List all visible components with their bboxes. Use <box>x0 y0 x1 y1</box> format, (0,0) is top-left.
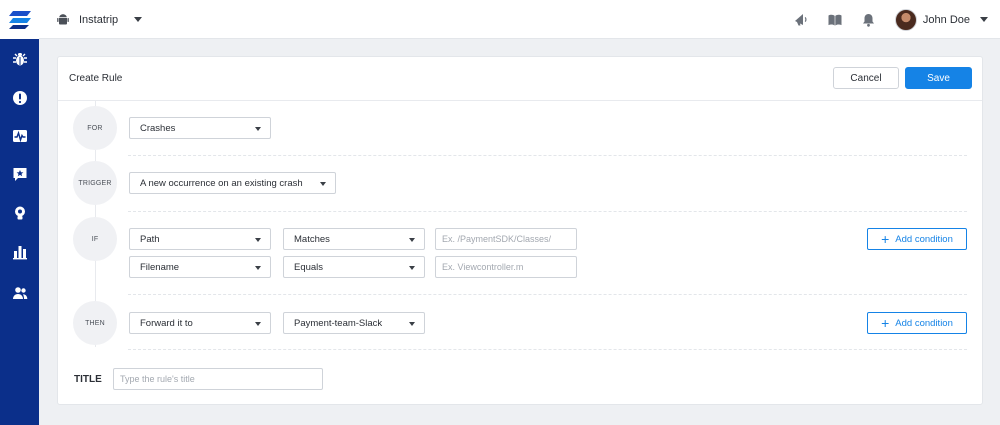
caret-down-icon <box>409 238 415 242</box>
caret-down-icon <box>409 322 415 326</box>
save-button[interactable]: Save <box>905 67 972 89</box>
notifications-button[interactable] <box>861 12 877 28</box>
divider <box>128 294 967 295</box>
action-target-value: Payment-team-Slack <box>294 317 383 329</box>
sidebar-item-announcements[interactable] <box>9 202 30 223</box>
condition-value-input[interactable] <box>435 228 577 250</box>
bar-chart-icon <box>12 245 27 259</box>
avatar <box>894 8 917 31</box>
sidebar-item-crashes[interactable] <box>9 87 30 108</box>
plus-icon: + <box>881 314 890 331</box>
cancel-button[interactable]: Cancel <box>833 67 899 89</box>
divider <box>128 211 967 212</box>
bug-icon <box>12 52 27 65</box>
app-switcher[interactable]: Instatrip <box>57 0 143 39</box>
divider <box>128 155 967 156</box>
condition-field-select[interactable]: Path <box>129 228 271 250</box>
action-select[interactable]: Forward it to <box>129 312 271 334</box>
step-if: IF <box>73 217 117 261</box>
caret-down-icon <box>255 127 261 131</box>
add-condition-label: Add condition <box>895 317 953 329</box>
user-menu[interactable]: John Doe <box>894 8 988 31</box>
user-name: John Doe <box>922 13 970 26</box>
add-condition-label: Add condition <box>895 233 953 245</box>
docs-button[interactable] <box>827 12 843 28</box>
condition-value-input[interactable] <box>435 256 577 278</box>
chevron-down-icon <box>134 17 143 22</box>
sidebar-item-team[interactable] <box>9 282 30 303</box>
brand-logo[interactable] <box>0 0 39 39</box>
trigger-select[interactable]: A new occurrence on an existing crash <box>129 172 336 194</box>
title-label: TITLE <box>74 374 102 385</box>
condition-operator-select[interactable]: Matches <box>283 228 425 250</box>
pulse-icon <box>12 129 27 142</box>
create-rule-card: Create Rule Cancel Save FOR Crashes TRIG… <box>57 56 983 405</box>
step-then: THEN <box>73 301 117 345</box>
caret-down-icon <box>255 322 261 326</box>
trigger-select-value: A new occurrence on an existing crash <box>140 177 303 189</box>
condition-operator-select[interactable]: Equals <box>283 256 425 278</box>
alert-circle-icon <box>12 90 27 105</box>
caret-down-icon <box>255 266 261 270</box>
bell-icon <box>863 13 875 27</box>
book-icon <box>828 14 842 25</box>
for-select[interactable]: Crashes <box>129 117 271 139</box>
sidebar-item-feature-requests[interactable] <box>9 163 30 184</box>
divider <box>128 349 967 350</box>
for-select-value: Crashes <box>140 122 176 134</box>
announcement-button[interactable] <box>793 12 809 28</box>
sidebar-item-bugs[interactable] <box>9 48 30 69</box>
step-for: FOR <box>73 106 117 150</box>
add-condition-button[interactable]: + Add condition <box>867 312 967 334</box>
android-icon <box>57 14 69 25</box>
megaphone-icon <box>794 14 807 26</box>
caret-down-icon <box>320 182 326 186</box>
sidebar <box>0 0 39 425</box>
topbar: Instatrip John Doe <box>39 0 1000 39</box>
action-select-value: Forward it to <box>140 317 193 329</box>
sidebar-item-analytics[interactable] <box>9 241 30 262</box>
page-title: Create Rule <box>69 73 123 84</box>
condition-field-select[interactable]: Filename <box>129 256 271 278</box>
condition-field-value: Path <box>140 233 160 245</box>
sidebar-item-apm[interactable] <box>9 125 30 146</box>
add-condition-button[interactable]: + Add condition <box>867 228 967 250</box>
condition-operator-value: Equals <box>294 261 324 273</box>
rule-title-input[interactable] <box>113 368 323 390</box>
condition-field-value: Filename <box>140 261 180 273</box>
plus-icon: + <box>881 230 890 247</box>
topbar-actions: John Doe <box>775 0 988 39</box>
step-trigger: TRIGGER <box>73 161 117 205</box>
action-target-select[interactable]: Payment-team-Slack <box>283 312 425 334</box>
caret-down-icon <box>255 238 261 242</box>
logo-icon <box>8 10 31 29</box>
lightbulb-icon <box>14 206 25 219</box>
card-header: Create Rule Cancel Save <box>58 57 982 101</box>
condition-operator-value: Matches <box>294 233 330 245</box>
caret-down-icon <box>409 266 415 270</box>
users-icon <box>12 286 27 299</box>
chevron-down-icon <box>980 17 988 22</box>
star-message-icon <box>13 167 26 181</box>
app-name: Instatrip <box>79 13 119 26</box>
